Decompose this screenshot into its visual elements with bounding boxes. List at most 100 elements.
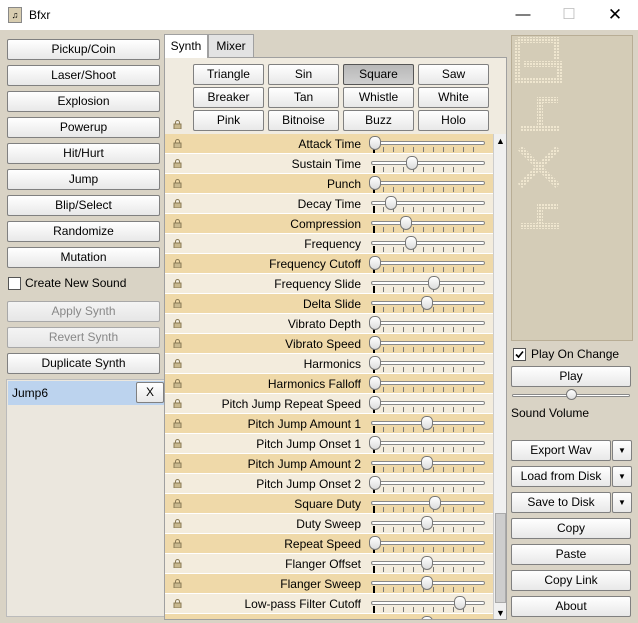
- load-from-disk-button[interactable]: Load from Disk: [511, 466, 611, 487]
- export-wav-dropdown[interactable]: ▼: [612, 440, 632, 461]
- slider-thumb[interactable]: [369, 136, 381, 150]
- mutation-button[interactable]: Mutation: [7, 247, 160, 268]
- lock-icon[interactable]: [173, 359, 182, 368]
- slider-thumb[interactable]: [421, 416, 433, 430]
- param-slider-pitch-jump-onset-2[interactable]: [369, 474, 487, 494]
- save-to-disk-dropdown[interactable]: ▼: [612, 492, 632, 513]
- lock-icon[interactable]: [173, 399, 182, 408]
- slider-thumb[interactable]: [369, 376, 381, 390]
- sound-volume-thumb[interactable]: [566, 389, 577, 400]
- waveform-white-button[interactable]: White: [418, 87, 489, 108]
- param-slider-frequency[interactable]: [369, 234, 487, 254]
- slider-thumb[interactable]: [428, 276, 440, 290]
- slider-thumb[interactable]: [369, 316, 381, 330]
- pickup-coin-button[interactable]: Pickup/Coin: [7, 39, 160, 60]
- lock-icon[interactable]: [173, 559, 182, 568]
- lock-icon[interactable]: [173, 379, 182, 388]
- slider-thumb[interactable]: [454, 596, 466, 610]
- slider-thumb[interactable]: [406, 156, 418, 170]
- param-slider-flanger-offset[interactable]: [369, 554, 487, 574]
- load-from-disk-dropdown[interactable]: ▼: [612, 466, 632, 487]
- waveform-pink-button[interactable]: Pink: [193, 110, 264, 131]
- apply-synth-button[interactable]: Apply Synth: [7, 301, 160, 322]
- waveform-bitnoise-button[interactable]: Bitnoise: [268, 110, 339, 131]
- param-slider-attack-time[interactable]: [369, 134, 487, 154]
- lock-icon[interactable]: [173, 199, 182, 208]
- param-slider-pitch-jump-amount-1[interactable]: [369, 414, 487, 434]
- explosion-button[interactable]: Explosion: [7, 91, 160, 112]
- slider-thumb[interactable]: [429, 496, 441, 510]
- slider-thumb[interactable]: [369, 396, 381, 410]
- slider-thumb[interactable]: [369, 256, 381, 270]
- export-wav-button[interactable]: Export Wav: [511, 440, 611, 461]
- slider-thumb[interactable]: [369, 176, 381, 190]
- param-slider-harmonics-falloff[interactable]: [369, 374, 487, 394]
- lock-icon[interactable]: [173, 239, 182, 248]
- scroll-down-button[interactable]: ▼: [494, 606, 506, 619]
- param-slider-frequency-cutoff[interactable]: [369, 254, 487, 274]
- param-slider-vibrato-depth[interactable]: [369, 314, 487, 334]
- lock-icon[interactable]: [173, 499, 182, 508]
- jump-button[interactable]: Jump: [7, 169, 160, 190]
- lock-icon[interactable]: [173, 299, 182, 308]
- param-slider-pitch-jump-amount-2[interactable]: [369, 454, 487, 474]
- lock-icon[interactable]: [173, 579, 182, 588]
- lock-icon[interactable]: [173, 139, 182, 148]
- parameter-scrollbar[interactable]: ▲ ▼: [493, 134, 506, 619]
- scroll-thumb[interactable]: [495, 513, 506, 603]
- about-button[interactable]: About: [511, 596, 631, 617]
- waveform-triangle-button[interactable]: Triangle: [193, 64, 264, 85]
- close-button[interactable]: ✕: [592, 0, 638, 30]
- param-slider-compression[interactable]: [369, 214, 487, 234]
- slider-thumb[interactable]: [400, 216, 412, 230]
- waveform-holo-button[interactable]: Holo: [418, 110, 489, 131]
- param-slider-repeat-speed[interactable]: [369, 534, 487, 554]
- lock-icon[interactable]: [173, 120, 182, 129]
- lock-icon[interactable]: [173, 159, 182, 168]
- param-slider-punch[interactable]: [369, 174, 487, 194]
- play-on-change-toggle[interactable]: Play On Change: [511, 346, 636, 364]
- hit-hurt-button[interactable]: Hit/Hurt: [7, 143, 160, 164]
- lock-icon[interactable]: [173, 279, 182, 288]
- tab-mixer[interactable]: Mixer: [208, 34, 254, 57]
- waveform-saw-button[interactable]: Saw: [418, 64, 489, 85]
- duplicate-synth-button[interactable]: Duplicate Synth: [7, 353, 160, 374]
- create-new-sound-checkbox[interactable]: [8, 277, 21, 290]
- slider-thumb[interactable]: [369, 436, 381, 450]
- lock-icon[interactable]: [173, 319, 182, 328]
- waveform-breaker-button[interactable]: Breaker: [193, 87, 264, 108]
- create-new-sound-toggle[interactable]: Create New Sound: [7, 275, 163, 293]
- delete-sound-button[interactable]: X: [136, 382, 164, 403]
- save-to-disk-button[interactable]: Save to Disk: [511, 492, 611, 513]
- blip-select-button[interactable]: Blip/Select: [7, 195, 160, 216]
- lock-icon[interactable]: [173, 339, 182, 348]
- param-slider-vibrato-speed[interactable]: [369, 334, 487, 354]
- slider-thumb[interactable]: [421, 456, 433, 470]
- copy-link-button[interactable]: Copy Link: [511, 570, 631, 591]
- lock-icon[interactable]: [173, 419, 182, 428]
- slider-thumb[interactable]: [369, 536, 381, 550]
- lock-icon[interactable]: [173, 519, 182, 528]
- lock-icon[interactable]: [173, 539, 182, 548]
- slider-thumb[interactable]: [421, 616, 433, 619]
- param-slider-square-duty[interactable]: [369, 494, 487, 514]
- waveform-sin-button[interactable]: Sin: [268, 64, 339, 85]
- sound-volume-slider[interactable]: [511, 388, 633, 404]
- lock-icon[interactable]: [173, 179, 182, 188]
- revert-synth-button[interactable]: Revert Synth: [7, 327, 160, 348]
- lock-icon[interactable]: [173, 259, 182, 268]
- param-slider-frequency-slide[interactable]: [369, 274, 487, 294]
- slider-thumb[interactable]: [421, 576, 433, 590]
- randomize-button[interactable]: Randomize: [7, 221, 160, 242]
- play-button[interactable]: Play: [511, 366, 631, 387]
- paste-button[interactable]: Paste: [511, 544, 631, 565]
- lock-icon[interactable]: [173, 619, 182, 620]
- list-item[interactable]: Jump6 X: [8, 381, 164, 405]
- scroll-up-button[interactable]: ▲: [494, 134, 506, 149]
- slider-thumb[interactable]: [421, 516, 433, 530]
- slider-thumb[interactable]: [421, 296, 433, 310]
- param-slider-duty-sweep[interactable]: [369, 514, 487, 534]
- lock-icon[interactable]: [173, 479, 182, 488]
- waveform-whistle-button[interactable]: Whistle: [343, 87, 414, 108]
- param-slider-harmonics[interactable]: [369, 354, 487, 374]
